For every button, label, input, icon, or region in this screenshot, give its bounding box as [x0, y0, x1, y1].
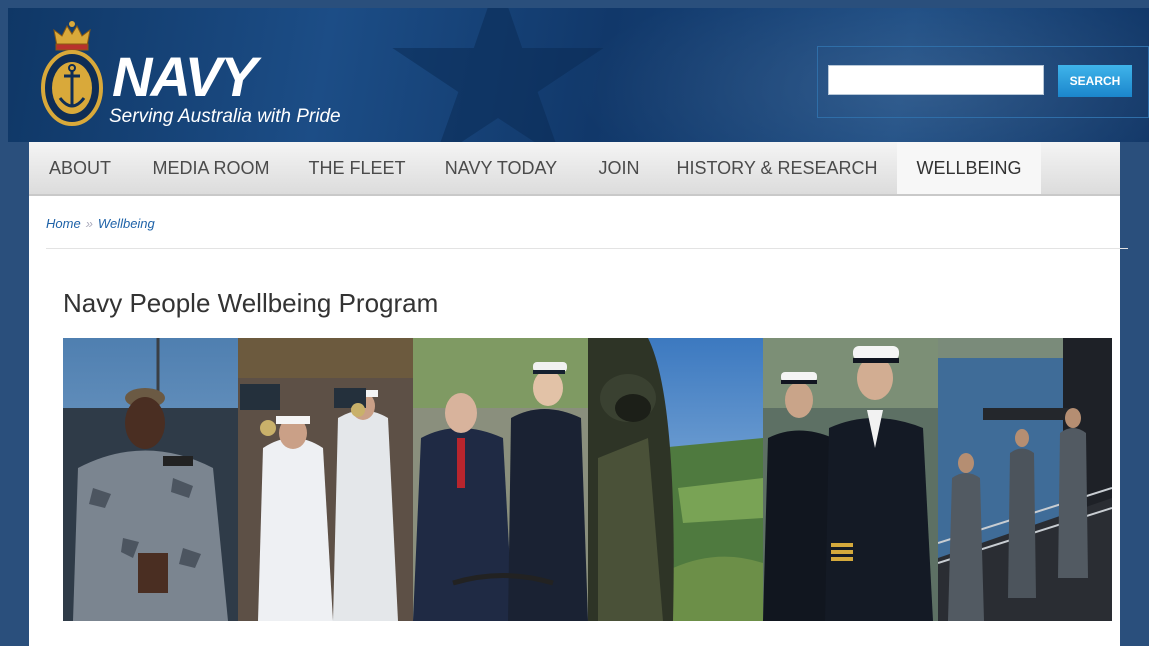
nav-item-about[interactable]: ABOUT: [37, 142, 123, 194]
search-form: SEARCH: [817, 46, 1149, 118]
breadcrumb-separator: »: [85, 216, 93, 231]
main-nav: ABOUT MEDIA ROOM THE FLEET NAVY TODAY JO…: [29, 142, 1120, 196]
site-header: NAVY Serving Australia with Pride SEARCH: [8, 8, 1149, 142]
collage-panel-sailor-camouflage: [63, 338, 238, 621]
nav-item-media-room[interactable]: MEDIA ROOM: [143, 142, 279, 194]
search-button[interactable]: SEARCH: [1058, 65, 1132, 97]
navy-crest-logo[interactable]: [40, 18, 104, 130]
nav-item-history-research[interactable]: HISTORY & RESEARCH: [671, 142, 883, 194]
page: NAVY Serving Australia with Pride SEARCH…: [0, 0, 1149, 646]
breadcrumb-home-link[interactable]: Home: [46, 216, 81, 231]
site-tagline: Serving Australia with Pride: [109, 106, 341, 127]
collage-panel-helicopter-view: [588, 338, 763, 621]
royal-australian-navy-crest-icon: [41, 21, 103, 126]
nav-item-join[interactable]: JOIN: [587, 142, 651, 194]
nav-item-wellbeing[interactable]: WELLBEING: [897, 142, 1041, 194]
breadcrumb-current-link[interactable]: Wellbeing: [98, 216, 155, 231]
collage-panel-officers: [763, 338, 938, 621]
divider: [46, 248, 1128, 249]
nav-item-navy-today[interactable]: NAVY TODAY: [435, 142, 567, 194]
main-content: Home » Wellbeing Navy People Wellbeing Pro…: [29, 196, 1128, 646]
collage-panel-veteran-sailor: [413, 338, 588, 621]
search-input[interactable]: [828, 65, 1044, 95]
hero-collage-image: [63, 338, 1112, 621]
collage-panel-submarine-crew: [938, 338, 1112, 621]
breadcrumb: Home » Wellbeing: [46, 216, 155, 231]
nav-item-the-fleet[interactable]: THE FLEET: [299, 142, 415, 194]
collage-panel-navy-band: [238, 338, 413, 621]
site-brand[interactable]: NAVY: [112, 49, 257, 105]
page-title: Navy People Wellbeing Program: [63, 288, 439, 318]
